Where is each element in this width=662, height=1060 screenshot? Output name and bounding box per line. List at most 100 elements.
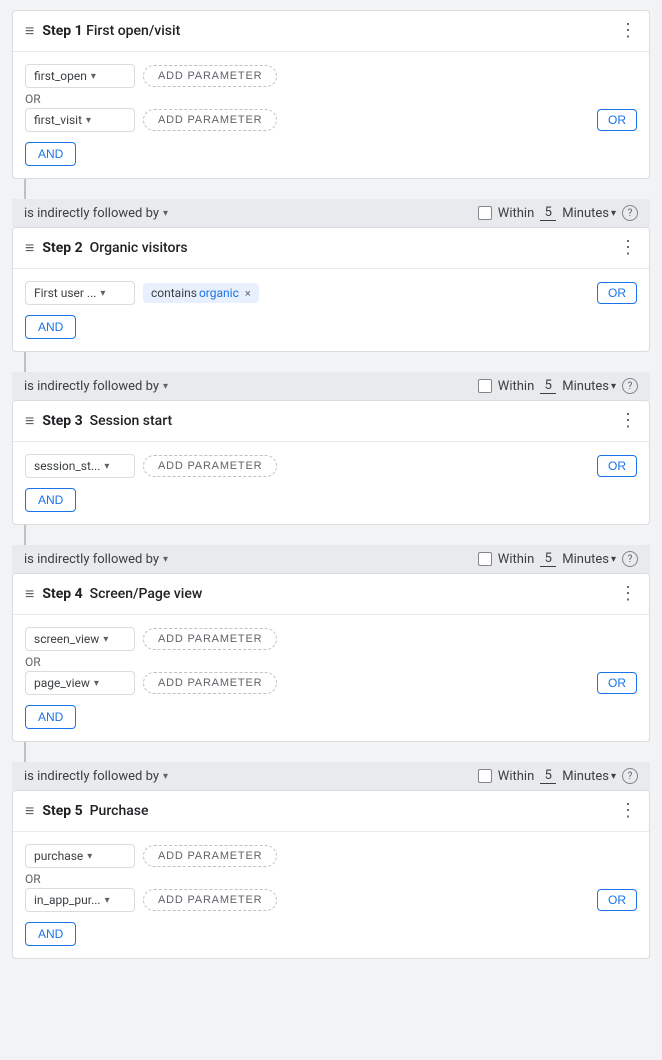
connector-4-row: is indirectly followed by ▾ Within 5 Min… (12, 762, 650, 790)
step-4-title-text: Screen/Page view (90, 586, 203, 602)
connector-1-help-icon[interactable]: ? (622, 205, 638, 221)
step-2-title-text: Organic visitors (90, 240, 188, 256)
step-5-event-1-add-param[interactable]: ADD PARAMETER (143, 845, 277, 867)
connector-1-unit-arrow: ▾ (611, 208, 616, 219)
step-3-number: Step 3 (42, 413, 82, 429)
step-1-more-icon[interactable]: ⋮ (619, 22, 637, 40)
step-1-or-btn[interactable]: OR (597, 109, 637, 131)
step-3-card: ≡ Step 3 Session start ⋮ session_st... ▾… (12, 400, 650, 525)
connector-1-line (24, 179, 26, 199)
step-4-event-row-1: screen_view ▾ ADD PARAMETER (25, 627, 637, 651)
step-5-more-icon[interactable]: ⋮ (619, 802, 637, 820)
connector-4-within-value[interactable]: 5 (540, 768, 556, 784)
step-4-more-icon[interactable]: ⋮ (619, 585, 637, 603)
step-4-or-btn[interactable]: OR (597, 672, 637, 694)
step-5-and-btn[interactable]: AND (25, 922, 76, 946)
step-5-number: Step 5 (42, 803, 82, 819)
step-1-and-btn[interactable]: AND (25, 142, 76, 166)
step-2-title: Step 2 Organic visitors (42, 240, 187, 256)
step-5-event-2-dropdown[interactable]: in_app_pur... ▾ (25, 888, 135, 912)
step-1-title: Step 1 First open/visit (42, 23, 180, 39)
step-4-event-2-name: page_view (34, 676, 90, 690)
step-3-title: Step 3 Session start (42, 413, 172, 429)
step-5-card: ≡ Step 5 Purchase ⋮ purchase ▾ ADD PARAM… (12, 790, 650, 959)
step-3-or-btn[interactable]: OR (597, 455, 637, 477)
connector-3-help-icon[interactable]: ? (622, 551, 638, 567)
step-2-or-btn[interactable]: OR (597, 282, 637, 304)
step-5-title-text: Purchase (90, 803, 149, 819)
connector-1-unit-text: Minutes (562, 206, 609, 221)
step-4-event-2-dropdown[interactable]: page_view ▾ (25, 671, 135, 695)
connector-1-within-unit[interactable]: Minutes ▾ (562, 206, 616, 221)
connector-1-checkbox[interactable] (478, 206, 492, 220)
step-3-event-1-name: session_st... (34, 459, 100, 473)
step-1-number: Step 1 (42, 23, 82, 39)
connector-3-row: is indirectly followed by ▾ Within 5 Min… (12, 545, 650, 573)
step-5-event-1-arrow: ▾ (87, 851, 92, 862)
connector-1-line-wrap (0, 179, 662, 199)
connector-4-help-icon[interactable]: ? (622, 768, 638, 784)
connector-1-dropdown[interactable]: is indirectly followed by ▾ (24, 206, 168, 221)
step-2-event-1-name: First user ... (34, 286, 96, 300)
connector-2-within: Within 5 Minutes ▾ ? (478, 378, 638, 394)
step-4-or-label: OR (25, 655, 637, 669)
step-5-event-1-name: purchase (34, 849, 83, 863)
step-2-header: ≡ Step 2 Organic visitors ⋮ (13, 228, 649, 269)
step-3-event-1-dropdown[interactable]: session_st... ▾ (25, 454, 135, 478)
connector-3-dropdown[interactable]: is indirectly followed by ▾ (24, 552, 168, 567)
connector-3-within-value[interactable]: 5 (540, 551, 556, 567)
connector-2-unit-text: Minutes (562, 379, 609, 394)
step-4-event-1-arrow: ▾ (103, 634, 108, 645)
step-2-and-btn[interactable]: AND (25, 315, 76, 339)
step-3-header: ≡ Step 3 Session start ⋮ (13, 401, 649, 442)
step-5-header: ≡ Step 5 Purchase ⋮ (13, 791, 649, 832)
connector-3-checkbox[interactable] (478, 552, 492, 566)
step-5-event-1-dropdown[interactable]: purchase ▾ (25, 844, 135, 868)
step-2-event-row-1: First user ... ▾ contains organic × OR (25, 281, 637, 305)
step-3-more-icon[interactable]: ⋮ (619, 412, 637, 430)
connector-4-arrow: ▾ (163, 771, 168, 782)
connector-4-within-label: Within (498, 769, 534, 784)
connector-4-dropdown[interactable]: is indirectly followed by ▾ (24, 769, 168, 784)
step-4-event-1-add-param[interactable]: ADD PARAMETER (143, 628, 277, 650)
connector-3-within-unit[interactable]: Minutes ▾ (562, 552, 616, 567)
step-3-title-text: Session start (90, 413, 173, 429)
step-5-event-2-add-param[interactable]: ADD PARAMETER (143, 889, 277, 911)
step-1-event-2-dropdown[interactable]: first_visit ▾ (25, 108, 135, 132)
step-4-and-btn[interactable]: AND (25, 705, 76, 729)
connector-2-within-unit[interactable]: Minutes ▾ (562, 379, 616, 394)
step-2-body: First user ... ▾ contains organic × OR A… (13, 269, 649, 351)
step-2-tag-close[interactable]: × (245, 287, 251, 300)
step-1-event-2-add-param[interactable]: ADD PARAMETER (143, 109, 277, 131)
connector-1-arrow: ▾ (163, 208, 168, 219)
connector-1-label: is indirectly followed by (24, 206, 159, 221)
step-4-event-1-dropdown[interactable]: screen_view ▾ (25, 627, 135, 651)
step-1-event-1-add-param[interactable]: ADD PARAMETER (143, 65, 277, 87)
connector-2-dropdown[interactable]: is indirectly followed by ▾ (24, 379, 168, 394)
step-2-tag-chip: contains organic × (143, 283, 259, 303)
connector-1-row: is indirectly followed by ▾ Within 5 Min… (12, 199, 650, 227)
step-5-event-2-name: in_app_pur... (34, 893, 101, 907)
step-1-header: ≡ Step 1 First open/visit ⋮ (13, 11, 649, 52)
connector-1-within-value[interactable]: 5 (540, 205, 556, 221)
connector-2-arrow: ▾ (163, 381, 168, 392)
connector-2-help-icon[interactable]: ? (622, 378, 638, 394)
connector-3-line-wrap (0, 525, 662, 545)
step-1-event-1-name: first_open (34, 69, 87, 83)
step-2-contains-label: contains (151, 286, 197, 300)
connector-2-within-value[interactable]: 5 (540, 378, 556, 394)
connector-4-within: Within 5 Minutes ▾ ? (478, 768, 638, 784)
connector-4-checkbox[interactable] (478, 769, 492, 783)
step-2-event-1-dropdown[interactable]: First user ... ▾ (25, 281, 135, 305)
step-5-or-btn[interactable]: OR (597, 889, 637, 911)
connector-4-within-unit[interactable]: Minutes ▾ (562, 769, 616, 784)
step-4-body: screen_view ▾ ADD PARAMETER OR page_view… (13, 615, 649, 741)
step-1-event-1-dropdown[interactable]: first_open ▾ (25, 64, 135, 88)
connector-3-line (24, 525, 26, 545)
step-2-more-icon[interactable]: ⋮ (619, 239, 637, 257)
connector-2-checkbox[interactable] (478, 379, 492, 393)
step-4-event-2-add-param[interactable]: ADD PARAMETER (143, 672, 277, 694)
step-3-and-btn[interactable]: AND (25, 488, 76, 512)
step-2-drag-handle-icon: ≡ (25, 238, 34, 258)
step-3-event-1-add-param[interactable]: ADD PARAMETER (143, 455, 277, 477)
